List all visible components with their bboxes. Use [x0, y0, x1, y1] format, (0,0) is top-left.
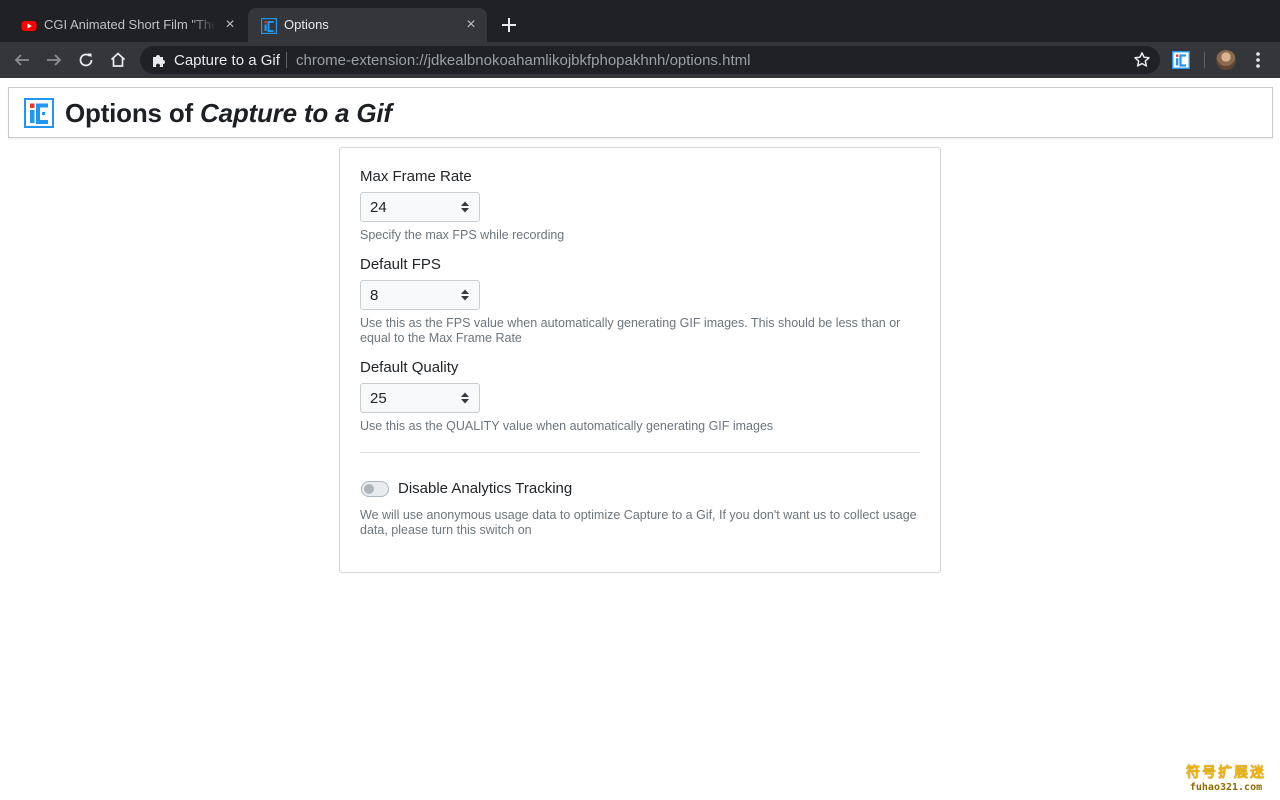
home-button[interactable] [107, 49, 129, 71]
page-title: Options of Capture to a Gif [65, 98, 392, 129]
options-card: Max Frame Rate 24 Specify the max FPS wh… [339, 147, 941, 573]
analytics-switch-row: Disable Analytics Tracking [360, 479, 920, 499]
select-arrows-icon [461, 392, 469, 404]
page-title-prefix: Options of [65, 98, 193, 128]
default-fps-field: Default FPS 8 Use this as the FPS value … [360, 256, 920, 346]
omnibox-separator [286, 52, 287, 68]
back-button[interactable] [11, 49, 33, 71]
select-arrows-icon [461, 201, 469, 213]
default-quality-select[interactable]: 25 [360, 383, 480, 413]
reload-button[interactable] [75, 49, 97, 71]
watermark-title: 符号扩展迷 [1186, 764, 1266, 780]
omnibox-url[interactable]: chrome-extension://jdkealbnokoahamlikojb… [296, 52, 750, 69]
capture-gif-extension-icon[interactable] [1172, 51, 1190, 69]
select-arrows-icon [461, 289, 469, 301]
tab-strip: CGI Animated Short Film "The Gift" × Opt… [0, 0, 1280, 42]
page-header: Options of Capture to a Gif [8, 87, 1273, 138]
analytics-help: We will use anonymous usage data to opti… [360, 508, 917, 537]
close-tab-icon[interactable]: × [463, 17, 479, 33]
field-label: Max Frame Rate [360, 168, 472, 185]
watermark: 符号扩展迷 fuhao321.com [1180, 762, 1272, 793]
puzzle-piece-icon [153, 55, 165, 67]
kebab-menu-icon[interactable] [1250, 49, 1266, 71]
arrow-right-icon [47, 54, 62, 66]
max-frame-rate-field: Max Frame Rate 24 Specify the max FPS wh… [360, 168, 920, 243]
new-tab-icon[interactable] [498, 14, 520, 36]
field-help: Specify the max FPS while recording [360, 228, 565, 242]
tab-options[interactable]: Options × [248, 8, 487, 42]
forward-button[interactable] [43, 49, 65, 71]
default-quality-field: Default Quality 25 Use this as the QUALI… [360, 359, 920, 434]
profile-avatar[interactable] [1216, 50, 1236, 70]
default-fps-select[interactable]: 8 [360, 280, 480, 310]
page-title-extension-name: Capture to a Gif [200, 98, 392, 128]
select-value: 24 [370, 199, 387, 216]
options-page: Options of Capture to a Gif Max Frame Ra… [0, 79, 1280, 800]
toggle-knob [364, 484, 374, 494]
disable-analytics-toggle[interactable] [361, 481, 389, 497]
arrow-left-icon [14, 54, 29, 66]
section-divider [360, 452, 920, 453]
tab-title: Options [284, 17, 329, 32]
home-icon [110, 52, 126, 67]
max-frame-rate-select[interactable]: 24 [360, 192, 480, 222]
select-value: 25 [370, 390, 387, 407]
field-help: Use this as the QUALITY value when autom… [360, 419, 774, 433]
address-bar[interactable]: Capture to a Gif chrome-extension://jdke… [140, 46, 1160, 74]
toolbar-divider [1204, 52, 1205, 68]
bookmark-star-icon[interactable] [1132, 50, 1152, 70]
field-label: Default FPS [360, 256, 441, 273]
close-tab-icon[interactable]: × [222, 17, 238, 33]
omnibox-site-label: Capture to a Gif [174, 52, 280, 69]
field-label: Default Quality [360, 359, 459, 376]
disable-analytics-label[interactable]: Disable Analytics Tracking [398, 480, 572, 497]
capture-gif-icon [261, 18, 277, 34]
tab-youtube[interactable]: CGI Animated Short Film "The Gift" × [8, 8, 246, 42]
browser-toolbar: Capture to a Gif chrome-extension://jdke… [0, 42, 1280, 78]
select-value: 8 [370, 287, 379, 304]
field-help: Use this as the FPS value when automatic… [360, 316, 901, 345]
capture-gif-logo-icon [24, 98, 54, 128]
youtube-icon [21, 21, 37, 31]
tab-title: CGI Animated Short Film "The Gift" [44, 17, 216, 32]
reload-icon [79, 53, 93, 67]
watermark-domain: fuhao321.com [1189, 782, 1263, 793]
